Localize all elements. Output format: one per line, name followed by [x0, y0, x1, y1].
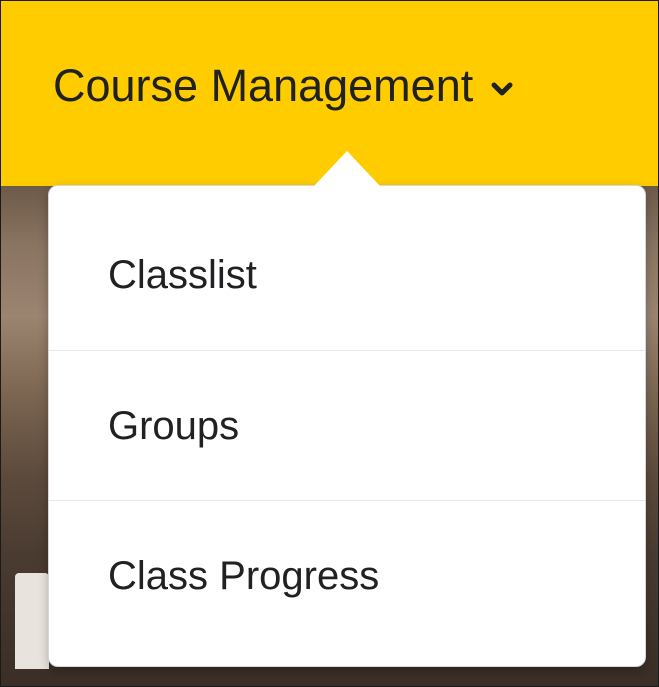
menu-item-label: Class Progress — [108, 553, 380, 598]
dropdown-pointer — [313, 151, 381, 187]
course-management-dropdown: Classlist Groups Class Progress — [48, 185, 646, 667]
menu-item-groups[interactable]: Groups — [49, 350, 645, 500]
banner-image-text-fragment — [15, 573, 49, 669]
chevron-down-icon — [487, 74, 517, 104]
course-management-menu-button[interactable]: Course Management — [53, 63, 517, 108]
menu-item-class-progress[interactable]: Class Progress — [49, 500, 645, 650]
menu-item-label: Classlist — [108, 252, 257, 297]
course-management-label: Course Management — [53, 60, 474, 111]
menu-item-classlist[interactable]: Classlist — [49, 199, 645, 350]
dropdown-menu-list: Classlist Groups Class Progress — [49, 199, 645, 650]
menu-item-label: Groups — [108, 403, 240, 448]
screenshot-frame: Course Management Classlist Groups Class… — [0, 0, 659, 687]
